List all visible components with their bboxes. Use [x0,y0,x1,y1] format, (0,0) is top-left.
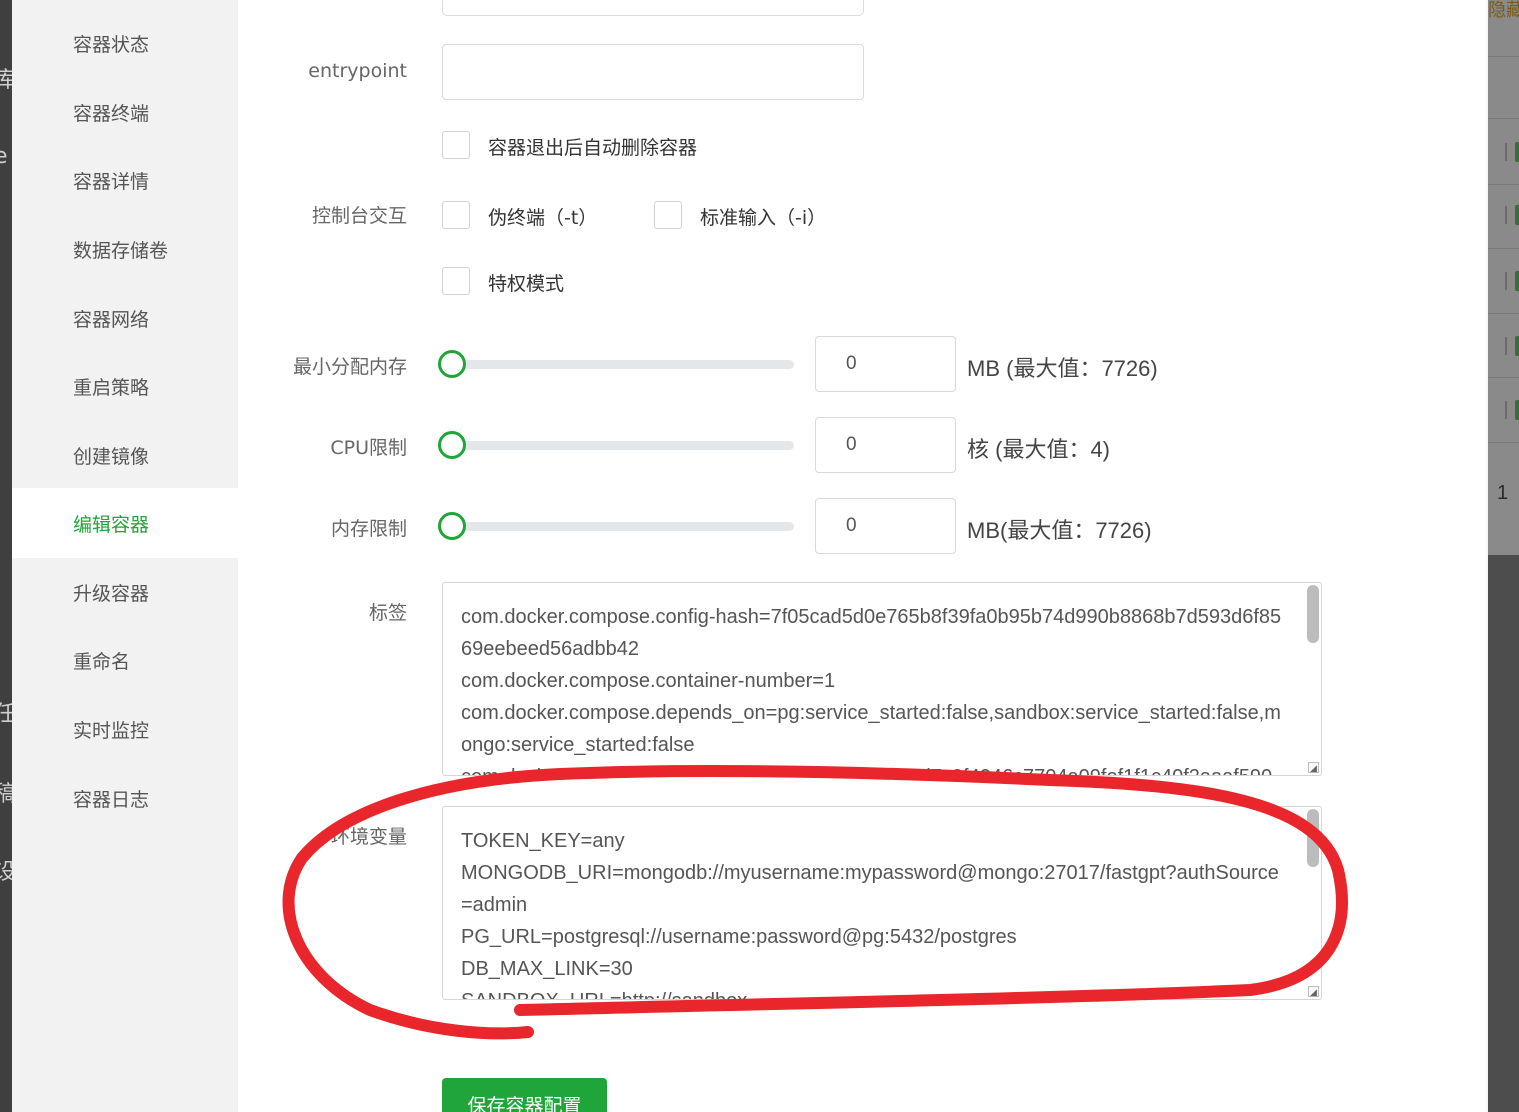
labels-line: com.docker.compose.image=sha256:944df9b6… [461,761,1283,775]
background-glyph: 设 [0,860,12,885]
labels-scrollbar[interactable] [1307,585,1319,643]
env-line: MONGODB_URI=mongodb://myusername:mypassw… [461,862,1279,916]
sidebar-item-container-details[interactable]: 容器详情 [12,145,238,215]
stdin-checkbox[interactable] [654,201,682,229]
cpu-limit-label: CPU限制 [330,437,407,459]
env-textarea[interactable]: TOKEN_KEY=any MONGODB_URI=mongodb://myus… [442,806,1322,1000]
background-glyph: e [0,144,8,169]
memory-limit-label: 内存限制 [330,518,407,540]
table-separator [1505,143,1507,161]
tty-checkbox[interactable] [442,201,470,229]
table-action-link[interactable] [1515,271,1519,291]
cpu-limit-unit: 核 (最大值：4) [967,437,1111,462]
stdin-label: 标准输入（-i） [700,207,827,229]
table-action-link[interactable] [1515,142,1519,162]
edit-container-form: entrypoint 容器退出后自动删除容器 控制台交互 伪终端（-t） 标准输… [238,0,1488,1112]
table-action-link[interactable] [1515,336,1519,356]
screen: 库 e 任 稿 设 隐藏 1 容器状态 容器终端 容器详情 数据存储卷 容器网络… [0,0,1519,1112]
table-divider [1488,248,1519,249]
privileged-label: 特权模式 [488,273,565,295]
memory-limit-unit: MB(最大值：7726) [967,518,1152,543]
env-resize-handle[interactable]: ◢ [1308,986,1319,997]
table-divider [1488,184,1519,185]
sidebar-item-volumes[interactable]: 数据存储卷 [12,214,238,284]
console-label: 控制台交互 [311,205,407,227]
table-action-link[interactable] [1515,400,1519,420]
table-separator [1505,401,1507,419]
env-line: TOKEN_KEY=any [461,830,625,852]
dialog-sidebar: 容器状态 容器终端 容器详情 数据存储卷 容器网络 重启策略 创建镜像 编辑容器… [12,0,238,1112]
table-divider [1488,118,1519,119]
env-scrollbar[interactable] [1307,809,1319,867]
min-memory-slider-handle[interactable] [438,350,466,378]
env-line: SANDBOX_URL=http://sandbox [461,985,1283,999]
edit-container-dialog: 容器状态 容器终端 容器详情 数据存储卷 容器网络 重启策略 创建镜像 编辑容器… [12,0,1488,1112]
env-line: DB_MAX_LINK=30 [461,958,633,980]
table-divider [1488,442,1519,443]
sidebar-item-network[interactable]: 容器网络 [12,283,238,353]
background-glyph: 任 [0,702,12,727]
sidebar-item-create-image[interactable]: 创建镜像 [12,420,238,490]
pagination-page[interactable]: 1 [1497,482,1508,505]
labels-line: com.docker.compose.container-number=1 [461,670,836,692]
table-action-link[interactable] [1515,205,1519,225]
entrypoint-label: entrypoint [308,60,407,82]
min-memory-label: 最小分配内存 [292,356,407,378]
table-divider [1488,56,1519,57]
env-label: 环境变量 [330,826,407,848]
background-page-left: 库 e 任 稿 设 [0,0,12,1112]
cpu-limit-slider-track[interactable] [442,441,794,450]
sidebar-item-container-terminal[interactable]: 容器终端 [12,77,238,147]
tty-label: 伪终端（-t） [488,207,598,229]
sidebar-item-container-status[interactable]: 容器状态 [12,8,238,78]
sidebar-item-edit-container[interactable]: 编辑容器 [12,488,238,558]
labels-line: com.docker.compose.depends_on=pg:service… [461,702,1281,756]
background-glyph: 稿 [0,782,12,807]
table-divider [1488,377,1519,378]
auto-remove-label: 容器退出后自动删除容器 [488,137,698,159]
save-container-config-button[interactable]: 保存容器配置 [442,1078,607,1112]
auto-remove-checkbox[interactable] [442,131,470,159]
labels-label: 标签 [368,602,407,624]
cpu-limit-input[interactable]: 0 [815,417,956,473]
min-memory-unit: MB (最大值：7726) [967,356,1158,381]
sidebar-item-restart-policy[interactable]: 重启策略 [12,351,238,421]
memory-limit-slider-track[interactable] [442,522,794,531]
labels-textarea[interactable]: com.docker.compose.config-hash=7f05cad5d… [442,582,1322,776]
memory-limit-slider-handle[interactable] [438,512,466,540]
sidebar-item-logs[interactable]: 容器日志 [12,763,238,833]
background-page-right: 隐藏 1 [1488,0,1519,1112]
background-hint: 隐藏 [1488,0,1519,21]
cpu-limit-slider-handle[interactable] [438,431,466,459]
entrypoint-input[interactable] [442,44,864,100]
table-separator [1505,272,1507,290]
memory-limit-input[interactable]: 0 [815,498,956,554]
min-memory-input[interactable]: 0 [815,336,956,392]
table-separator [1505,206,1507,224]
labels-line: com.docker.compose.config-hash=7f05cad5d… [461,606,1282,660]
env-line: PG_URL=postgresql://username:password@pg… [461,926,1017,948]
table-separator [1505,337,1507,355]
sidebar-item-monitor[interactable]: 实时监控 [12,694,238,764]
sidebar-item-upgrade-container[interactable]: 升级容器 [12,557,238,627]
table-divider [1488,313,1519,314]
labels-resize-handle[interactable]: ◢ [1308,762,1319,773]
background-glyph: 库 [0,68,12,93]
sidebar-item-rename[interactable]: 重命名 [12,625,238,695]
min-memory-slider-track[interactable] [442,360,794,369]
privileged-checkbox[interactable] [442,267,470,295]
previous-field-input[interactable] [442,0,864,16]
